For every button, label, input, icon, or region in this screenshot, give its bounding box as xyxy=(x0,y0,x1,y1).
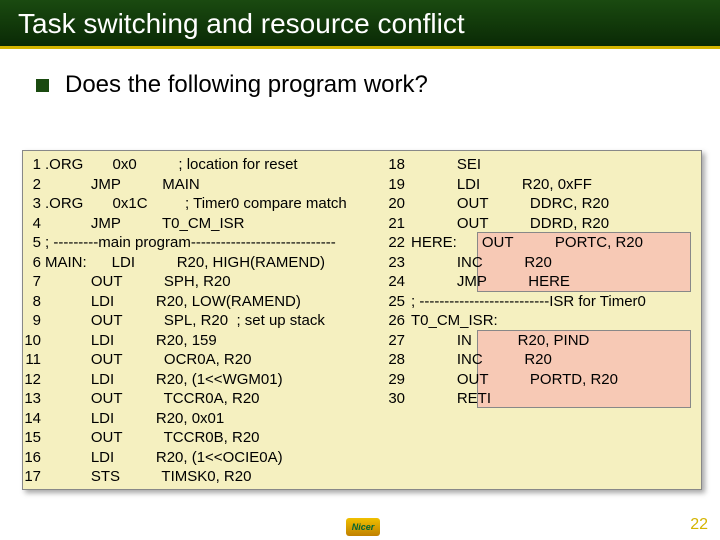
slide-title: Task switching and resource conflict xyxy=(0,8,720,44)
code-line: HERE: OUT PORTC, R20 xyxy=(411,233,646,253)
title-bar: Task switching and resource conflict xyxy=(0,0,720,49)
code-line: OUT DDRD, R20 xyxy=(411,214,646,234)
code-line: ; --------------------------ISR for Time… xyxy=(411,292,646,312)
code-line: MAIN: LDI R20, HIGH(RAMEND) xyxy=(45,253,347,273)
code-line: OUT SPH, R20 xyxy=(45,272,347,292)
lineno: 3 xyxy=(23,194,41,214)
lineno: 17 xyxy=(23,467,41,487)
code-line: LDI R20, LOW(RAMEND) xyxy=(45,292,347,312)
lineno: 6 xyxy=(23,253,41,273)
code-line: IN R20, PIND xyxy=(411,331,646,351)
code-line: STS TIMSK0, R20 xyxy=(45,467,347,487)
code-line: T0_CM_ISR: xyxy=(411,311,646,331)
code-right-column: SEI LDI R20, 0xFF OUT DDRC, R20 OUT DDRD… xyxy=(411,155,646,409)
line-numbers-right: 18192021222324252627282930 xyxy=(383,155,405,409)
code-line: OUT TCCR0A, R20 xyxy=(45,389,347,409)
lineno: 28 xyxy=(383,350,405,370)
lineno: 18 xyxy=(383,155,405,175)
lineno: 4 xyxy=(23,214,41,234)
lineno: 8 xyxy=(23,292,41,312)
code-line: JMP HERE xyxy=(411,272,646,292)
code-line: ; ---------main program-----------------… xyxy=(45,233,347,253)
subtitle-row: Does the following program work? xyxy=(0,49,720,99)
bullet-icon xyxy=(36,79,49,92)
lineno: 29 xyxy=(383,370,405,390)
code-line: OUT TCCR0B, R20 xyxy=(45,428,347,448)
lineno: 21 xyxy=(383,214,405,234)
code-line: SEI xyxy=(411,155,646,175)
lineno: 2 xyxy=(23,175,41,195)
code-line: LDI R20, (1<<OCIE0A) xyxy=(45,448,347,468)
lineno: 1 xyxy=(23,155,41,175)
code-line: LDI R20, 0x01 xyxy=(45,409,347,429)
code-line: .ORG 0x1C ; Timer0 compare match xyxy=(45,194,347,214)
lineno: 15 xyxy=(23,428,41,448)
code-line: OUT OCR0A, R20 xyxy=(45,350,347,370)
code-line: RETI xyxy=(411,389,646,409)
lineno: 26 xyxy=(383,311,405,331)
lineno: 7 xyxy=(23,272,41,292)
lineno: 12 xyxy=(23,370,41,390)
code-line: INC R20 xyxy=(411,350,646,370)
code-line: .ORG 0x0 ; location for reset xyxy=(45,155,347,175)
lineno: 23 xyxy=(383,253,405,273)
slide-subtitle: Does the following program work? xyxy=(65,71,428,99)
lineno: 5 xyxy=(23,233,41,253)
lineno: 22 xyxy=(383,233,405,253)
code-line: LDI R20, 0xFF xyxy=(411,175,646,195)
lineno: 14 xyxy=(23,409,41,429)
code-line: JMP T0_CM_ISR xyxy=(45,214,347,234)
lineno: 10 xyxy=(23,331,41,351)
lineno: 24 xyxy=(383,272,405,292)
code-line: OUT DDRC, R20 xyxy=(411,194,646,214)
code-line: OUT SPL, R20 ; set up stack xyxy=(45,311,347,331)
lineno: 13 xyxy=(23,389,41,409)
lineno: 11 xyxy=(23,350,41,370)
code-line: LDI R20, 159 xyxy=(45,331,347,351)
code-left-column: .ORG 0x0 ; location for reset JMP MAIN.O… xyxy=(45,155,347,487)
code-panel: 1234567891011121314151617 .ORG 0x0 ; loc… xyxy=(22,150,702,490)
code-line: LDI R20, (1<<WGM01) xyxy=(45,370,347,390)
footer-logo: Nicer xyxy=(346,518,380,536)
code-line: JMP MAIN xyxy=(45,175,347,195)
lineno: 27 xyxy=(383,331,405,351)
lineno: 19 xyxy=(383,175,405,195)
code-line: OUT PORTD, R20 xyxy=(411,370,646,390)
lineno: 25 xyxy=(383,292,405,312)
lineno: 16 xyxy=(23,448,41,468)
code-line: INC R20 xyxy=(411,253,646,273)
line-numbers-left: 1234567891011121314151617 xyxy=(23,155,41,487)
page-number: 22 xyxy=(690,516,708,534)
lineno: 30 xyxy=(383,389,405,409)
lineno: 20 xyxy=(383,194,405,214)
lineno: 9 xyxy=(23,311,41,331)
